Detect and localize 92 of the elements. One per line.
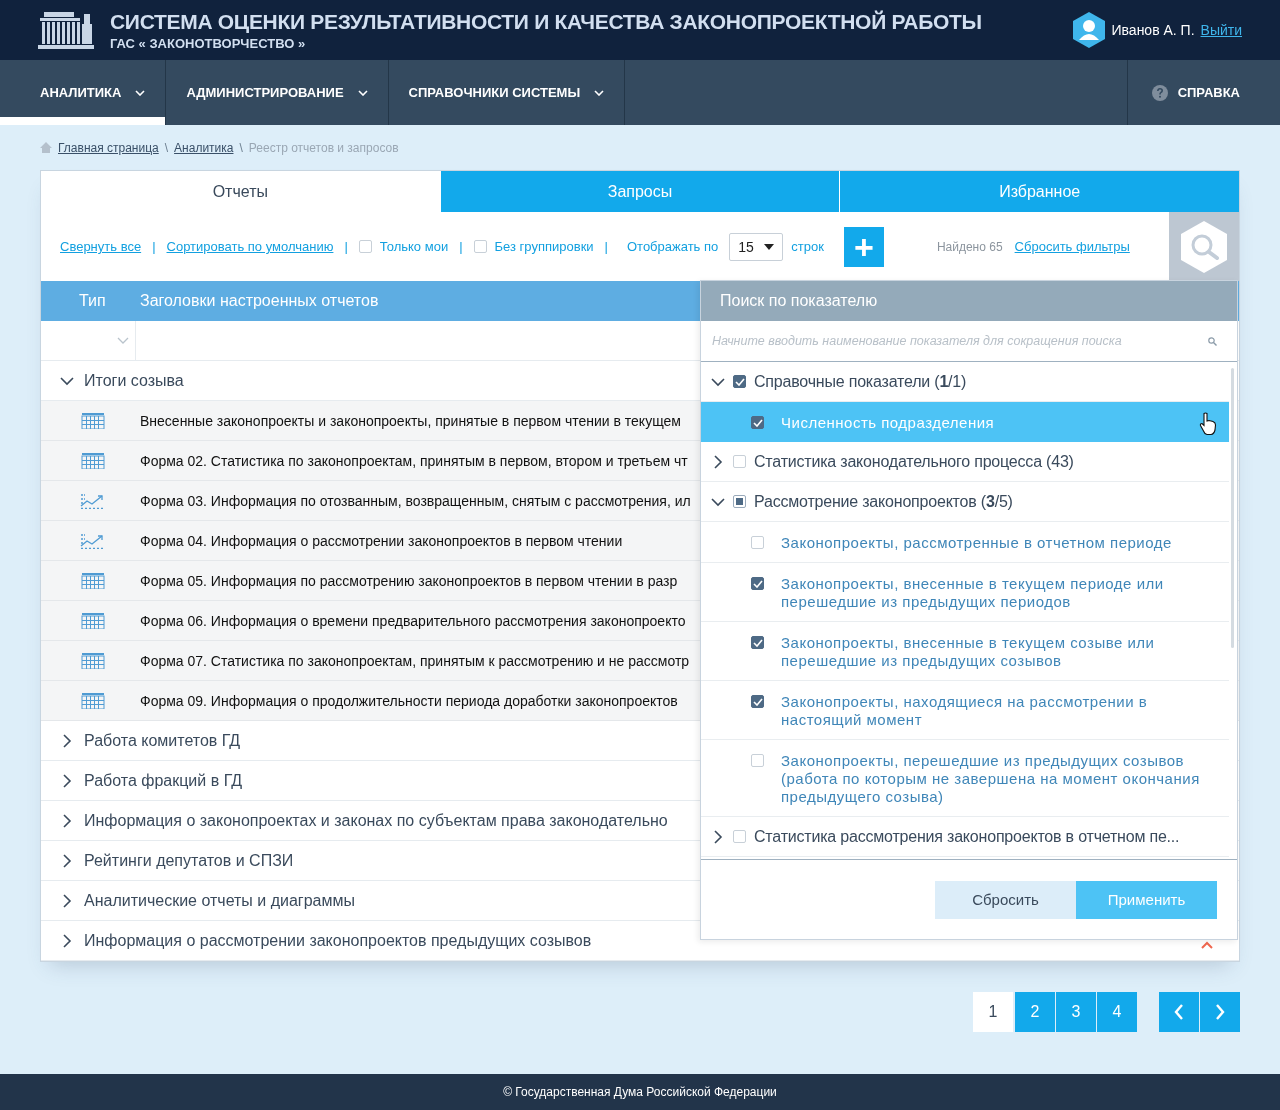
chevron-left-icon [1174, 1004, 1184, 1020]
nav-menu-item[interactable]: СПРАВОЧНИКИ СИСТЕМЫ [388, 60, 626, 125]
chevron-right-icon[interactable] [711, 454, 725, 469]
hand-cursor-icon [1199, 412, 1217, 436]
logout-link[interactable]: Выйти [1200, 22, 1242, 38]
table-icon [80, 412, 106, 429]
rows-suffix-label: строк [791, 239, 824, 254]
indicator-group-label[interactable]: Справочные показатели (1/1) [754, 372, 967, 391]
table-icon [80, 572, 106, 589]
scrollbar[interactable] [1231, 368, 1234, 648]
line-chart-icon [80, 532, 106, 549]
checkbox[interactable] [751, 695, 764, 708]
home-icon [40, 142, 52, 153]
report-title[interactable]: Форма 03. Информация по отозванным, возвращенным, снятым с рассмотрения, ил [140, 492, 691, 509]
reset-button[interactable]: Сбросить [935, 880, 1076, 919]
report-title[interactable]: Внесенные законопроекты и законопроекты, принятые в первом чтении в текущем [140, 412, 681, 429]
table-icon [80, 652, 106, 669]
search-icon [1208, 336, 1217, 346]
nav-menu-item[interactable]: АНАЛИТИКА [0, 60, 167, 125]
breadcrumb-link[interactable]: Аналитика [174, 140, 234, 155]
breadcrumb-separator: \ [164, 140, 169, 155]
report-title[interactable]: Форма 05. Информация по рассмотрению законопроектов в первом чтении в разр [140, 572, 678, 589]
caret-icon [594, 89, 605, 96]
chevron-right-icon [1215, 1004, 1225, 1020]
tab[interactable]: Отчеты [41, 171, 440, 212]
indicator-group-label[interactable]: Рассмотрение законопроектов (3/5) [754, 492, 1013, 511]
indicator-group-label[interactable]: Статистика законодательного процесса (43) [754, 452, 1074, 471]
chevron-down-icon [117, 337, 129, 344]
checkbox[interactable] [751, 636, 764, 649]
group-label: Итоги созыва [84, 371, 184, 390]
chevron-right-icon [60, 733, 74, 748]
user-avatar-icon [1071, 11, 1106, 49]
breadcrumb-link[interactable]: Главная страница [58, 140, 159, 155]
separator-mark: | [344, 239, 348, 254]
chevron-right-icon [60, 813, 74, 828]
next-page-button[interactable] [1200, 992, 1240, 1032]
group-label: Работа фракций в ГД [84, 771, 243, 790]
results-count: Найдено 65 [936, 239, 1003, 254]
chevron-down-icon[interactable] [711, 496, 725, 507]
help-icon [1151, 84, 1168, 101]
report-title[interactable]: Форма 07. Статистика по законопроектам, принятым к рассмотрению и не рассмотр [140, 652, 690, 669]
chevron-right-icon[interactable] [711, 829, 725, 844]
app-title: СИСТЕМА ОЦЕНКИ РЕЗУЛЬТАТИВНОСТИ И КАЧЕСТВА ЗАКОНОПРОЕКТНОЙ РАБОТЫ [110, 9, 982, 34]
panel-title: Поиск по показателю [701, 281, 1237, 321]
checkbox[interactable] [751, 416, 764, 429]
app-subtitle: ГАС « ЗАКОНОТВОРЧЕСТВО » [110, 35, 307, 51]
page-button[interactable]: 1 [973, 992, 1013, 1032]
chevron-down-icon[interactable] [711, 376, 725, 387]
rows-label: Отображать по [626, 239, 719, 254]
report-title[interactable]: Форма 06. Информация о времени предварительного рассмотрения законопроекто [140, 612, 686, 629]
report-title[interactable]: Форма 02. Статистика по законопроектам, принятым в первом, втором и третьем чт [140, 452, 688, 469]
user-name: Иванов А. П. [1111, 22, 1195, 38]
report-title[interactable]: Форма 04. Информация о рассмотрении законопроектов в первом чтении [140, 532, 623, 549]
group-label: Работа комитетов ГД [84, 731, 241, 750]
report-title[interactable]: Форма 09. Информация о продолжительности периода доработки законопроектов [140, 692, 678, 709]
separator-mark: | [459, 239, 463, 254]
column-header: Заголовки настроенных отчетов [140, 292, 379, 310]
building-logo [38, 10, 94, 50]
table-icon [80, 612, 106, 629]
indicator-label[interactable]: Законопроекты, рассмотренные в отчетном периоде [781, 534, 1172, 552]
help-menu-item[interactable]: СПРАВКА [1126, 60, 1280, 125]
copyright-text: © Государственная Дума Российской Федерации [503, 1085, 777, 1099]
caret-up-icon [1201, 941, 1213, 949]
breadcrumb-current: Реестр отчетов и запросов [248, 140, 399, 155]
previous-page-button[interactable] [1159, 992, 1199, 1032]
separator-mark: | [152, 239, 156, 254]
table-icon [80, 692, 106, 709]
caret-icon [357, 89, 368, 96]
indicator-label[interactable]: Законопроекты, внесенные в текущем периоде или перешедшие из предыдущих периодов [781, 575, 1219, 611]
chevron-right-icon [60, 773, 74, 788]
column-header: Тип [78, 292, 107, 310]
checkbox[interactable] [733, 375, 746, 388]
separator-mark: | [604, 239, 608, 254]
chevron-right-icon [60, 893, 74, 908]
group-label: Информация о законопроектах и законах по субъектам права законодательно [84, 811, 668, 830]
group-label: Аналитические отчеты и диаграммы [84, 891, 355, 910]
group-label: Информация о рассмотрении законопроектов предыдущих созывов [84, 931, 592, 950]
indicator-label[interactable]: Законопроекты, внесенные в текущем созыве или перешедшие из предыдущих созывов [781, 634, 1219, 670]
chevron-right-icon [60, 933, 74, 948]
table-icon [80, 452, 106, 469]
nav-menu-item[interactable]: АДМИНИСТРИРОВАНИЕ [166, 60, 389, 125]
breadcrumb-separator: \ [239, 140, 243, 155]
search-button[interactable] [1169, 212, 1239, 281]
rows-select[interactable]: 15 [729, 232, 784, 261]
chevron-down-icon [60, 375, 74, 386]
group-label: Рейтинги депутатов и СПЗИ [84, 851, 294, 870]
chevron-right-icon [60, 853, 74, 868]
caret-icon [135, 89, 146, 96]
search-icon [1179, 219, 1229, 274]
checkbox[interactable] [751, 577, 764, 590]
line-chart-icon [80, 492, 106, 509]
caret-icon [764, 243, 775, 250]
